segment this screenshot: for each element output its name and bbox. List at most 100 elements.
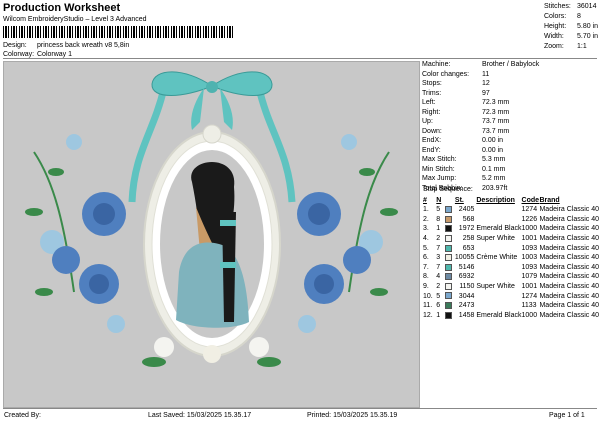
colorway-row: Colorway: Colorway 1	[3, 51, 72, 58]
table-row: 7. 7 5146 1093 Madeira Classic 40	[423, 263, 599, 273]
row-needle: 2	[436, 235, 441, 243]
row-code: 1274	[521, 292, 538, 300]
row-index: 1.	[423, 206, 429, 214]
color-swatch	[445, 234, 454, 244]
row-needle: 1	[436, 225, 441, 233]
swatch-icon	[445, 244, 453, 252]
row-brand: Madeira Classic 40	[539, 273, 599, 281]
row-stitches: 6932	[458, 273, 475, 281]
row-code: 1226	[521, 215, 538, 223]
row-code: 1001	[521, 283, 538, 291]
col-brand: Brand	[539, 197, 560, 204]
table-row: 8. 4 6932 1079 Madeira Classic 40	[423, 272, 599, 282]
row-description	[476, 291, 521, 301]
row-index: 4.	[423, 235, 429, 243]
col-swatch	[445, 196, 454, 205]
color-swatch	[445, 224, 454, 234]
prop-color-changes: Color changes: 11	[422, 70, 490, 78]
row-index: 12.	[423, 311, 433, 319]
stat-colors: Colors: 8	[544, 13, 581, 20]
header-divider	[3, 58, 597, 59]
row-description: Emerald Black	[476, 311, 522, 319]
row-brand: Madeira Classic 40	[539, 292, 599, 300]
printed-date: Printed: 15/03/2025 15.35.19	[307, 412, 398, 419]
col-code: Code	[521, 197, 540, 204]
prop-endx: EndX: 0.00 in	[422, 137, 504, 144]
row-code: 1093	[521, 244, 538, 252]
prop-trims: Trims: 97	[422, 89, 490, 97]
colorway-label: Colorway:	[3, 51, 35, 58]
row-brand: Madeira Classic 40	[539, 254, 599, 262]
row-stitches: 10055	[454, 254, 475, 262]
color-swatch	[445, 301, 454, 311]
row-brand: Madeira Classic 40	[539, 302, 599, 310]
col-needle: N	[436, 197, 442, 204]
prop-max-jump: Max Jump: 5.2 mm	[422, 175, 506, 182]
design-label: Design:	[3, 42, 27, 49]
swatch-icon	[445, 215, 453, 223]
row-description: Emerald Black	[476, 225, 522, 233]
prop-up: Up: 73.7 mm	[422, 118, 510, 125]
row-brand: Madeira Classic 40	[539, 225, 599, 233]
table-header-row: # N St. Description Code Brand	[423, 196, 599, 205]
row-needle: 2	[436, 283, 441, 291]
color-swatch	[445, 253, 454, 263]
row-description	[476, 301, 521, 311]
row-needle: 7	[436, 263, 441, 271]
swatch-icon	[445, 311, 453, 319]
embroidery-artwork	[25, 71, 398, 367]
row-stitches: 2473	[458, 302, 475, 310]
col-index: #	[423, 197, 427, 204]
row-index: 8.	[423, 273, 429, 281]
prop-max-stitch: Max Stitch: 5.3 mm	[422, 156, 506, 163]
last-saved: Last Saved: 15/03/2025 15.35.17	[148, 412, 252, 419]
prop-stops: Stops: 12	[422, 80, 490, 87]
flowers-left	[25, 134, 126, 333]
row-code: 1000	[521, 311, 538, 319]
swatch-icon	[445, 282, 453, 290]
row-brand: Madeira Classic 40	[539, 263, 599, 271]
row-stitches: 1150	[459, 283, 475, 291]
stats-panel: Stitches: 36014 Colors: 8 Height: 5.80 in W…	[544, 2, 600, 52]
row-description	[476, 263, 521, 273]
row-brand: Madeira Classic 40	[539, 311, 599, 319]
prop-down: Down: 73.7 mm	[422, 127, 510, 135]
row-description: Crème White	[476, 254, 518, 262]
row-index: 7.	[423, 263, 429, 271]
row-index: 2.	[423, 215, 429, 223]
col-stitches: St.	[454, 197, 464, 204]
stop-sequence-body: 1. 5 2405 1274 Madeira Classic 40 2. 8 568 1226 M…	[423, 205, 599, 320]
table-row: 5. 7 653 1093 Madeira Classic 40	[423, 243, 599, 253]
row-stitches: 1972	[458, 225, 475, 233]
row-needle: 1	[436, 311, 441, 319]
stop-sequence-table: # N St. Description Code Brand 1. 5 2405 12…	[423, 196, 599, 320]
col-description: Description	[476, 197, 515, 204]
table-row: 1. 5 2405 1274 Madeira Classic 40	[423, 205, 599, 215]
swatch-icon	[445, 302, 453, 310]
row-code: 1133	[521, 302, 537, 310]
row-stitches: 5146	[458, 263, 475, 271]
row-brand: Madeira Classic 40	[539, 235, 599, 243]
row-stitches: 2405	[458, 206, 475, 214]
color-swatch	[445, 272, 454, 282]
row-stitches: 3044	[458, 292, 475, 300]
stat-stitches: Stitches: 36014	[544, 3, 597, 10]
row-code: 1093	[521, 263, 538, 271]
color-swatch	[445, 205, 454, 215]
stop-sequence-label: Stop Sequence:	[423, 186, 473, 193]
stat-height: Height: 5.80 in	[544, 23, 599, 30]
swatch-icon	[445, 206, 453, 214]
row-index: 3.	[423, 225, 429, 233]
row-description	[476, 243, 521, 253]
color-swatch	[445, 282, 454, 292]
table-row: 2. 8 568 1226 Madeira Classic 40	[423, 215, 599, 225]
row-index: 10.	[423, 292, 433, 300]
row-code: 1000	[521, 225, 538, 233]
row-needle: 3	[436, 254, 441, 262]
row-needle: 4	[436, 273, 441, 281]
row-description: Super White	[476, 235, 515, 243]
row-brand: Madeira Classic 40	[539, 244, 599, 252]
page-number: Page 1 of 1	[549, 412, 585, 419]
stat-width: Width: 5.70 in	[544, 33, 599, 40]
row-index: 5.	[423, 244, 429, 252]
